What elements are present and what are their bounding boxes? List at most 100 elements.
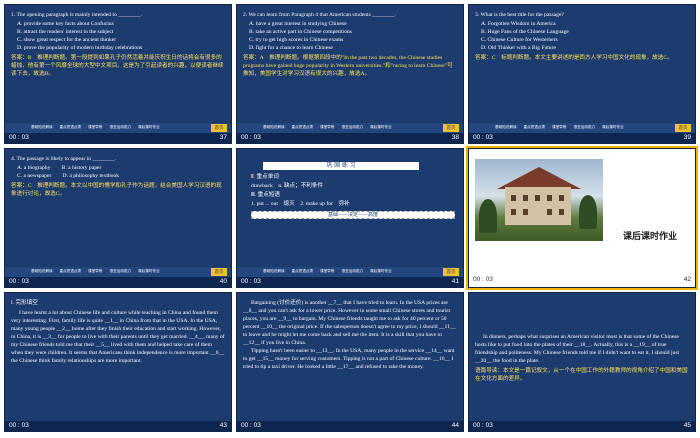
slide-thumbnail-41[interactable]: 巩 固 练 习 Ⅱ. 重点单词 drawback n. 缺点；不利条件 Ⅲ. 重… <box>236 148 464 288</box>
phrase-entry: 1. put ... out 熄灭 2. make up for 弥补 <box>251 201 350 207</box>
slide-timing: 00 : 03 <box>9 422 29 429</box>
slide-footer: 00 : 03 44 <box>237 421 463 431</box>
slide-footer: 00 : 03 39 <box>469 133 695 143</box>
passage-paragraph: Tipping hasn't been easier to __13__. In… <box>243 348 455 370</box>
slide-number: 39 <box>683 134 691 141</box>
slide-nav-bar: 基础知识解读 重点短语点拨 课堂导练 语言运用能力 课后课时作业 首页 <box>237 267 463 277</box>
slide-content: In dinners, perhaps what surprises an Am… <box>475 333 689 419</box>
slide-content: 2. We can learn from Paragraph 4 that Am… <box>243 11 457 119</box>
vocab-entry: drawback n. 缺点；不利条件 <box>251 183 324 189</box>
nav-links[interactable]: 基础知识解读 重点短语点拨 课堂导练 语言运用能力 课后课时作业 <box>263 125 392 130</box>
slide-thumbnail-44[interactable]: Bargaining (讨价还价) is another __7__ that … <box>236 292 464 432</box>
answer-text: 答案：A 推理判断题。根据第四段中的"In the past two decad… <box>243 55 453 77</box>
house-shape <box>505 187 571 225</box>
nav-links[interactable]: 基础知识解读 重点短语点拨 课堂导练 语言运用能力 课后课时作业 <box>31 125 160 130</box>
slide-content: Ⅰ. 完形填空 I have learnt a lot about Chines… <box>11 299 225 419</box>
home-button[interactable]: 首页 <box>211 268 227 276</box>
answer-text: 答案：C 推理判断题。本文以中国的儒学和孔子作为话题，结合美国人学习汉语的现象进… <box>11 183 222 197</box>
homework-heading: 课后课时作业 <box>623 231 678 241</box>
roof-shape <box>497 167 581 189</box>
option-c: C. show great respect for the ancient th… <box>17 37 117 43</box>
slide-footer: 00 : 03 43 <box>5 421 231 431</box>
slide-footer: 00 : 03 40 <box>5 277 231 287</box>
answer-text: 答案：B 推理判断题。第一段提到如果孔子仍然活着并能庆祝生日的话将会有很多的蜡烛… <box>11 55 224 77</box>
slide-content: 1. The opening paragraph is mainly inten… <box>11 11 225 119</box>
option-cd: C. a newspaper D. a philosophy textbook <box>17 173 120 179</box>
question-text: 2. We can learn from Paragraph 4 that Am… <box>243 12 396 18</box>
passage-paragraph: In dinners, perhaps what surprises an Am… <box>475 334 680 364</box>
question-text: 3. What is the best title for the passag… <box>475 12 564 18</box>
option-d: D. fight for a chance to learn Chinese <box>249 45 333 51</box>
phrase-heading: Ⅲ. 重点短语 <box>251 192 281 198</box>
option-ab: A. a biography B. a history paper <box>17 165 102 171</box>
option-b: B. attract the readers' interest in the … <box>17 29 114 35</box>
passage-paragraph: I have learnt a lot about Chinese life a… <box>11 310 225 364</box>
option-b: B. Huge Fans of the Chinese Language <box>481 29 569 35</box>
slide-number: 43 <box>219 422 227 429</box>
slide-nav-bar: 基础知识解读 重点短语点拨 课堂导练 语言运用能力 课后课时作业 首页 <box>469 123 695 133</box>
nav-links[interactable]: 基础知识解读 重点短语点拨 课堂导练 语言运用能力 课后课时作业 <box>263 269 392 274</box>
question-text: 1. The opening paragraph is mainly inten… <box>11 12 143 18</box>
vocab-list: Ⅱ. 重点单词 drawback n. 缺点；不利条件 Ⅲ. 重点短语 1. p… <box>251 173 455 219</box>
section-banner: 巩 固 练 习 <box>263 161 419 170</box>
slide-number: 41 <box>451 278 459 285</box>
slide-timing: 00 : 03 <box>9 278 29 285</box>
house-photo <box>475 159 603 241</box>
slide-timing: 00 : 03 <box>241 422 261 429</box>
option-b: B. take an active part in Chinese compet… <box>249 29 352 35</box>
answer-text: 答案：C 标题判断题。本文主要讲述的是西方人学习中国文化的现象，故选C。 <box>475 55 673 61</box>
slide-footer: 00 : 03 38 <box>237 133 463 143</box>
home-button[interactable]: 首页 <box>443 268 459 276</box>
passage-guide: 语篇导读：本文是一篇记叙文，从一个在中国工作的外籍教师的视角介绍了中国和美国在文… <box>475 368 688 382</box>
divider-label: 基础——决定——高度 <box>251 211 455 219</box>
option-a: A. Forgotten Wisdom in America <box>481 21 556 27</box>
slide-nav-bar: 基础知识解读 重点短语点拨 课堂导练 语言运用能力 课后课时作业 首页 <box>5 123 231 133</box>
question-text: 4. The passage is likely to appear in __… <box>11 156 117 162</box>
slide-thumbnail-45[interactable]: In dinners, perhaps what surprises an Am… <box>468 292 696 432</box>
home-button[interactable]: 首页 <box>443 124 459 132</box>
option-c: C. try to get high scores in Chinese exa… <box>249 37 344 43</box>
slide-thumbnail-40[interactable]: 4. The passage is likely to appear in __… <box>4 148 232 288</box>
slide-content: Bargaining (讨价还价) is another __7__ that … <box>243 299 457 419</box>
slide-nav-bar: 基础知识解读 重点短语点拨 课堂导练 语言运用能力 课后课时作业 首页 <box>237 123 463 133</box>
option-a: A. have a great interest in studying Chi… <box>249 21 347 27</box>
option-c: C. Chinese Culture for Westerners <box>481 37 558 43</box>
slide-content: 4. The passage is likely to appear in __… <box>11 155 225 263</box>
slide-number: 37 <box>219 134 227 141</box>
slide-timing: 00 : 03 <box>9 134 29 141</box>
option-d: D. Old Thinker with a Big Future <box>481 45 556 51</box>
option-a: A. provide some key facts about Confuciu… <box>17 21 114 27</box>
tree-shape <box>479 199 497 233</box>
slide-timing: 00 : 03 <box>473 422 493 429</box>
nav-links[interactable]: 基础知识解读 重点短语点拨 课堂导练 语言运用能力 课后课时作业 <box>31 269 160 274</box>
passage-paragraph: Bargaining (讨价还价) is another __7__ that … <box>243 300 456 346</box>
slide-thumbnail-37[interactable]: 1. The opening paragraph is mainly inten… <box>4 4 232 144</box>
section-heading: Ⅰ. 完形填空 <box>11 300 38 306</box>
slide-timing: 00 : 03 <box>473 276 493 283</box>
slide-footer: 00 : 03 41 <box>237 277 463 287</box>
slide-sorter-grid: 1. The opening paragraph is mainly inten… <box>0 0 700 438</box>
slide-number: 42 <box>683 276 691 283</box>
slide-thumbnail-43[interactable]: Ⅰ. 完形填空 I have learnt a lot about Chines… <box>4 292 232 432</box>
slide-timing: 00 : 03 <box>473 134 493 141</box>
tree-shape <box>579 195 597 229</box>
slide-number: 44 <box>451 422 459 429</box>
vocab-heading: Ⅱ. 重点单词 <box>251 174 279 180</box>
slide-footer: 00 : 03 42 <box>469 267 695 287</box>
nav-links[interactable]: 基础知识解读 重点短语点拨 课堂导练 语言运用能力 课后课时作业 <box>495 125 624 130</box>
slide-number: 40 <box>219 278 227 285</box>
home-button[interactable]: 首页 <box>675 124 691 132</box>
slide-nav-bar: 基础知识解读 重点短语点拨 课堂导练 语言运用能力 课后课时作业 首页 <box>5 267 231 277</box>
slide-thumbnail-42[interactable]: 课后课时作业 00 : 03 42 <box>466 146 698 290</box>
home-button[interactable]: 首页 <box>211 124 227 132</box>
slide-timing: 00 : 03 <box>241 278 261 285</box>
slide-footer: 00 : 03 37 <box>5 133 231 143</box>
slide-timing: 00 : 03 <box>241 134 261 141</box>
slide-content: 3. What is the best title for the passag… <box>475 11 689 119</box>
option-d: D. prove the popularity of modern birthd… <box>17 45 143 51</box>
slide-number: 45 <box>683 422 691 429</box>
slide-number: 38 <box>451 134 459 141</box>
slide-footer: 00 : 03 45 <box>469 421 695 431</box>
slide-thumbnail-39[interactable]: 3. What is the best title for the passag… <box>468 4 696 144</box>
slide-thumbnail-38[interactable]: 2. We can learn from Paragraph 4 that Am… <box>236 4 464 144</box>
